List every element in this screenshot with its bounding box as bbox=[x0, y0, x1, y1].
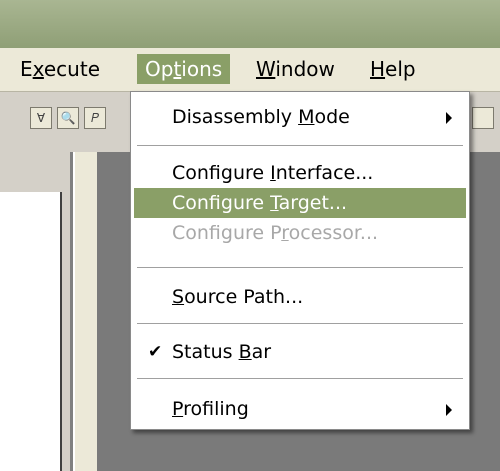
item-accelerator: P bbox=[172, 398, 184, 420]
menu-window[interactable]: Window bbox=[248, 54, 343, 84]
item-label: arget... bbox=[278, 192, 348, 214]
item-label: Configure bbox=[172, 192, 271, 214]
menu-item-disassembly-mode[interactable]: Disassembly Mode bbox=[134, 102, 466, 132]
menu-execute[interactable]: Execute bbox=[12, 54, 108, 84]
item-label: Status bbox=[172, 341, 239, 363]
menu-label: ions bbox=[181, 57, 223, 81]
menu-item-configure-processor: Configure Processor... bbox=[134, 218, 466, 248]
menu-label: E bbox=[20, 57, 33, 81]
checkmark-icon: ✔ bbox=[148, 342, 163, 362]
submenu-arrow-icon bbox=[446, 404, 452, 416]
window-titlebar bbox=[0, 0, 500, 48]
menu-separator bbox=[137, 378, 463, 380]
toolbar-glyph: 🔍 bbox=[60, 111, 76, 125]
menu-help[interactable]: Help bbox=[362, 54, 424, 84]
menu-label: Op bbox=[145, 57, 174, 81]
menu-item-configure-interface[interactable]: Configure Interface... bbox=[134, 158, 466, 188]
menu-accelerator: x bbox=[32, 57, 44, 81]
menu-label: elp bbox=[385, 57, 416, 81]
toolbar-glyph: 𝑃 bbox=[91, 111, 99, 125]
left-pane-content bbox=[0, 192, 62, 471]
toolbar-button-p-icon[interactable]: 𝑃 bbox=[84, 107, 106, 129]
menu-item-source-path[interactable]: Source Path... bbox=[134, 282, 466, 312]
menu-separator bbox=[137, 267, 463, 269]
menu-separator bbox=[137, 145, 463, 147]
menu-label: indow bbox=[275, 57, 335, 81]
item-label: Configure bbox=[172, 162, 271, 184]
item-accelerator: T bbox=[270, 192, 279, 214]
menu-item-profiling[interactable]: Profiling bbox=[134, 394, 466, 424]
item-label: rofiling bbox=[183, 398, 249, 420]
item-accelerator: S bbox=[172, 286, 185, 308]
menu-item-configure-target[interactable]: Configure Target... bbox=[134, 188, 466, 218]
toolbar-button-search-icon[interactable]: 🔍 bbox=[57, 107, 79, 129]
menu-bar: Execute Options Window Help bbox=[0, 48, 500, 92]
left-pane bbox=[0, 152, 73, 471]
menu-label: ecute bbox=[43, 57, 100, 81]
menu-item-status-bar[interactable]: ✔ Status Bar bbox=[134, 337, 466, 367]
options-dropdown-menu: Disassembly Mode Configure Interface... … bbox=[130, 91, 470, 430]
menu-options[interactable]: Options bbox=[137, 54, 231, 84]
menu-separator bbox=[137, 323, 463, 325]
submenu-arrow-icon bbox=[446, 112, 452, 124]
toolbar-button-reset-icon[interactable]: Ɐ bbox=[30, 107, 52, 129]
item-label: ar bbox=[251, 341, 272, 363]
item-label: Configure P bbox=[172, 222, 282, 244]
item-label: ode bbox=[314, 106, 350, 128]
pane-splitter[interactable] bbox=[73, 152, 99, 471]
menu-accelerator: W bbox=[256, 57, 276, 81]
item-accelerator: r bbox=[281, 222, 289, 244]
item-label: ocessor... bbox=[288, 222, 379, 244]
item-label: ource Path... bbox=[184, 286, 304, 308]
menu-accelerator: H bbox=[370, 57, 386, 81]
toolbar-button-right-icon[interactable] bbox=[472, 107, 494, 129]
item-label: nterface... bbox=[275, 162, 374, 184]
item-accelerator: B bbox=[238, 341, 252, 363]
toolbar-glyph: Ɐ bbox=[36, 111, 46, 125]
item-label: Disassembly bbox=[172, 106, 299, 128]
item-accelerator: M bbox=[298, 106, 315, 128]
